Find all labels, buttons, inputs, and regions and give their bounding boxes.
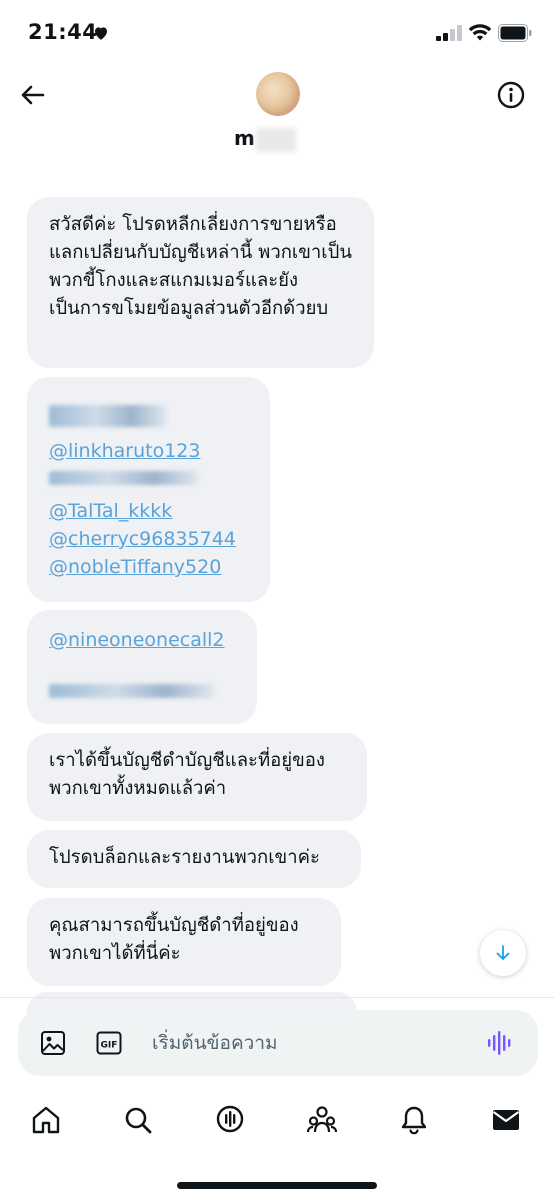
account-link[interactable]: @TalTal_kkkk [49,497,248,525]
battery-icon [498,24,532,42]
spaces-icon[interactable] [214,1104,246,1136]
message-text: เราได้ขึ้นบัญชีดำบัญชีและที่อยู่ของพวกเข… [49,750,325,799]
message-bubble[interactable]: @linkharuto123 @TalTal_kkkk @cherryc9683… [27,377,270,602]
message-bubble[interactable]: สวัสดีค่ะ โปรดหลีกเลี่ยงการขายหรือแลกเปล… [27,197,374,368]
arrow-down-icon [496,945,510,960]
heart-icon [95,27,107,40]
arrow-left-icon[interactable] [16,78,50,112]
contact-name[interactable]: m [234,126,255,150]
image-icon[interactable] [40,1030,66,1056]
bottom-navigation [0,1096,554,1156]
status-time: 21:44 [28,20,98,44]
account-link[interactable]: @linkharuto123 [49,437,248,465]
communities-icon[interactable] [306,1104,338,1136]
message-text: โปรดบล็อกและรายงานพวกเขาค่ะ [49,847,320,868]
status-bar: 21:44 [0,0,554,64]
gif-label: GIF [101,1041,118,1051]
avatar[interactable] [256,72,300,116]
message-bubble[interactable]: เราได้ขึ้นบัญชีดำบัญชีและที่อยู่ของพวกเข… [27,733,367,821]
account-link[interactable]: @nobleTiffany520 [49,553,248,581]
voice-waveform-icon[interactable] [486,1030,514,1056]
divider [0,997,554,998]
message-input[interactable] [152,1024,472,1062]
account-link[interactable]: @cherryc96835744 [49,525,248,553]
message-bubble[interactable]: @nineoneonecall2 [27,610,257,724]
message-text: สวัสดีค่ะ โปรดหลีกเลี่ยงการขายหรือแลกเปล… [49,214,352,319]
cellular-signal-icon [436,25,462,41]
notifications-icon[interactable] [398,1104,430,1136]
search-icon[interactable] [122,1104,154,1136]
wifi-icon [468,24,492,41]
redacted-name [256,128,296,152]
account-link[interactable]: @nineoneonecall2 [49,626,235,654]
info-icon[interactable] [494,78,528,112]
home-indicator [177,1182,377,1189]
messages-icon[interactable] [490,1104,522,1136]
conversation-header: m [0,64,554,164]
scroll-to-bottom-button[interactable] [480,930,526,976]
message-composer: GIF [18,1010,538,1076]
message-bubble[interactable]: คุณสามารถขึ้นบัญชีดำที่อยู่ของพวกเขาได้ท… [27,898,341,986]
redacted-handle [49,471,199,485]
message-bubble[interactable]: โปรดบล็อกและรายงานพวกเขาค่ะ [27,830,361,888]
message-text: คุณสามารถขึ้นบัญชีดำที่อยู่ของพวกเขาได้ท… [49,915,299,964]
redacted-handle [49,684,215,698]
redacted-handle [49,405,167,427]
home-icon[interactable] [30,1104,62,1136]
gif-icon[interactable]: GIF [96,1030,122,1056]
